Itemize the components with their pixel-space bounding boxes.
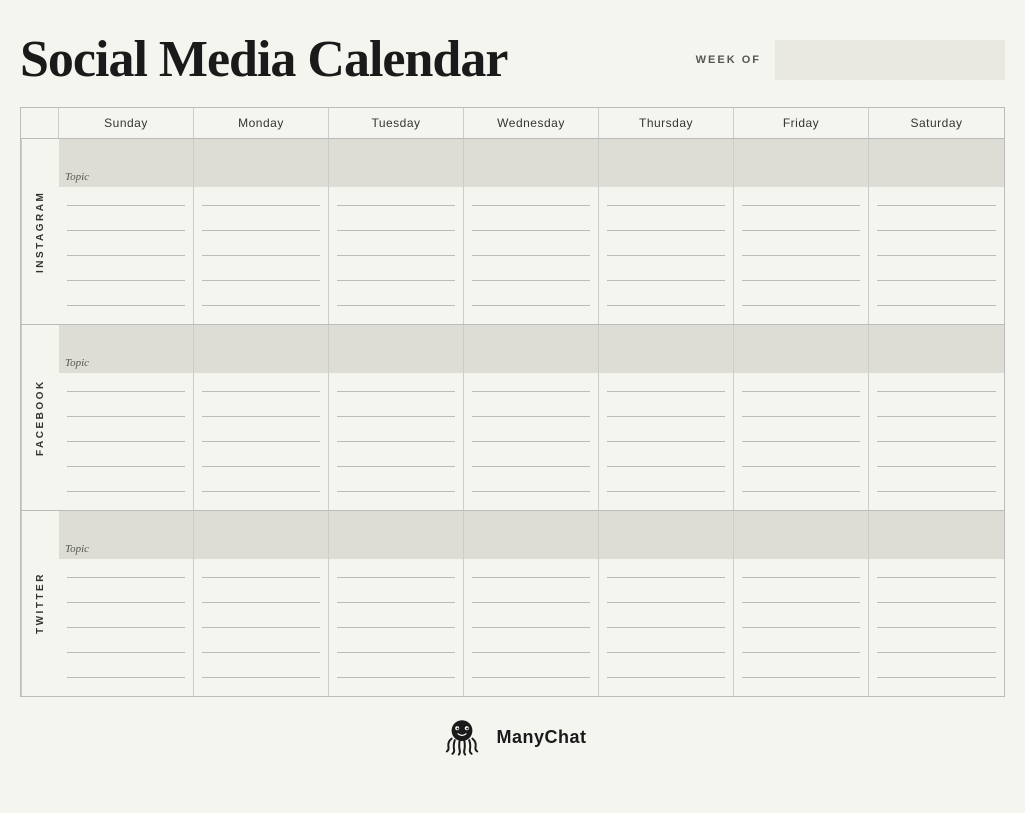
- instagram-tuesday[interactable]: [329, 139, 464, 324]
- page-title: Social Media Calendar: [20, 30, 507, 89]
- twitter-wednesday[interactable]: [464, 511, 599, 696]
- facebook-friday-topic: [734, 325, 868, 373]
- brand-name: ManyChat: [496, 727, 586, 748]
- facebook-saturday-topic: [869, 325, 1004, 373]
- instagram-saturday[interactable]: [869, 139, 1004, 324]
- twitter-saturday[interactable]: [869, 511, 1004, 696]
- instagram-monday-topic: [194, 139, 328, 187]
- facebook-friday[interactable]: [734, 325, 869, 510]
- instagram-saturday-topic: [869, 139, 1004, 187]
- facebook-wednesday[interactable]: [464, 325, 599, 510]
- facebook-wednesday-topic: [464, 325, 598, 373]
- header-thursday: Thursday: [599, 108, 734, 138]
- week-of-label: WEEK OF: [696, 54, 761, 66]
- twitter-label: TWITTER: [21, 511, 59, 696]
- facebook-tuesday[interactable]: [329, 325, 464, 510]
- twitter-friday[interactable]: [734, 511, 869, 696]
- twitter-sunday[interactable]: Topic: [59, 511, 194, 696]
- twitter-saturday-topic: [869, 511, 1004, 559]
- instagram-label: INSTAGRAM: [21, 139, 59, 324]
- twitter-tuesday-topic: [329, 511, 463, 559]
- facebook-thursday-topic: [599, 325, 733, 373]
- instagram-thursday[interactable]: [599, 139, 734, 324]
- instagram-wednesday[interactable]: [464, 139, 599, 324]
- instagram-sunday-topic: Topic: [59, 139, 193, 187]
- twitter-sunday-topic: Topic: [59, 511, 193, 559]
- week-of-container: WEEK OF: [696, 40, 1005, 80]
- facebook-saturday[interactable]: [869, 325, 1004, 510]
- facebook-monday-topic: [194, 325, 328, 373]
- instagram-friday[interactable]: [734, 139, 869, 324]
- week-of-input[interactable]: [775, 40, 1005, 80]
- instagram-tuesday-topic: [329, 139, 463, 187]
- twitter-tuesday[interactable]: [329, 511, 464, 696]
- calendar: Sunday Monday Tuesday Wednesday Thursday…: [20, 107, 1005, 697]
- twitter-section: TWITTER Topic: [21, 511, 1004, 696]
- instagram-sunday[interactable]: Topic: [59, 139, 194, 324]
- facebook-tuesday-topic: [329, 325, 463, 373]
- page-header: Social Media Calendar WEEK OF: [20, 30, 1005, 89]
- facebook-sunday-topic: Topic: [59, 325, 193, 373]
- facebook-thursday[interactable]: [599, 325, 734, 510]
- header-spacer: [21, 108, 59, 138]
- header-sunday: Sunday: [59, 108, 194, 138]
- twitter-monday[interactable]: [194, 511, 329, 696]
- header-monday: Monday: [194, 108, 329, 138]
- twitter-monday-topic: [194, 511, 328, 559]
- header-tuesday: Tuesday: [329, 108, 464, 138]
- twitter-friday-topic: [734, 511, 868, 559]
- instagram-thursday-topic: [599, 139, 733, 187]
- twitter-thursday-topic: [599, 511, 733, 559]
- header-saturday: Saturday: [869, 108, 1004, 138]
- footer: ManyChat: [438, 713, 586, 761]
- manychat-logo-icon: [438, 713, 486, 761]
- facebook-monday[interactable]: [194, 325, 329, 510]
- instagram-section: INSTAGRAM Topic: [21, 139, 1004, 325]
- facebook-section: FACEBOOK Topic: [21, 325, 1004, 511]
- facebook-sunday[interactable]: Topic: [59, 325, 194, 510]
- facebook-label: FACEBOOK: [21, 325, 59, 510]
- day-headers-row: Sunday Monday Tuesday Wednesday Thursday…: [21, 108, 1004, 139]
- instagram-wednesday-topic: [464, 139, 598, 187]
- twitter-wednesday-topic: [464, 511, 598, 559]
- header-wednesday: Wednesday: [464, 108, 599, 138]
- instagram-friday-topic: [734, 139, 868, 187]
- twitter-thursday[interactable]: [599, 511, 734, 696]
- header-friday: Friday: [734, 108, 869, 138]
- instagram-monday[interactable]: [194, 139, 329, 324]
